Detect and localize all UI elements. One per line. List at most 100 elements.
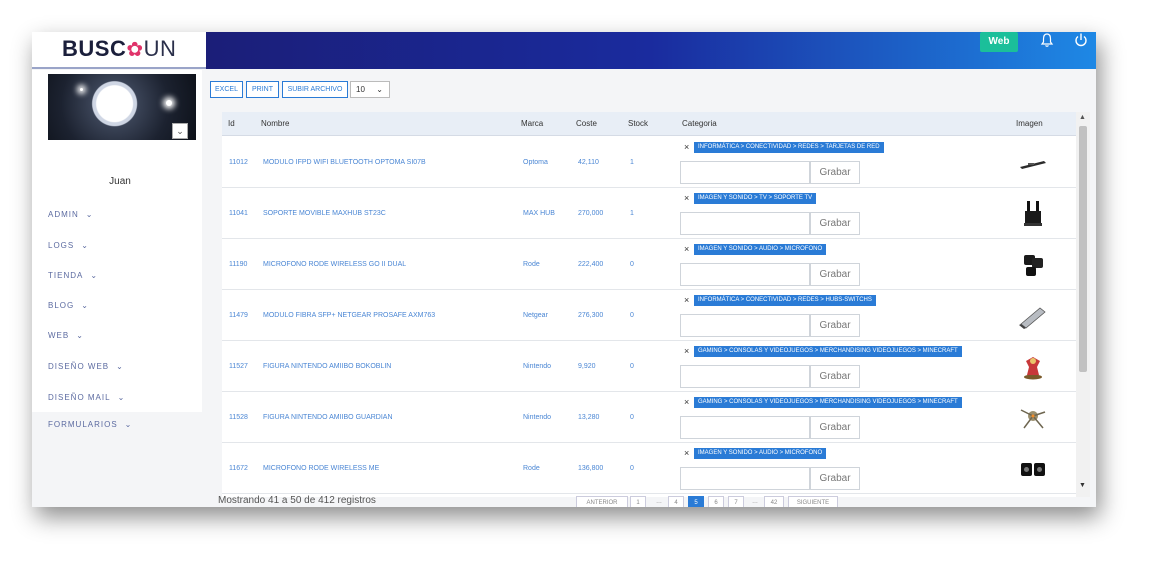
- main-content: EXCEL PRINT SUBIR ARCHIVO 10 ⌄ Id Nombre …: [206, 69, 1096, 507]
- scroll-up-icon[interactable]: ▲: [1079, 114, 1086, 121]
- sidebar-item-diseno-mail[interactable]: DISEÑO MAIL ⌄: [48, 393, 125, 402]
- sidebar-item-diseno-web[interactable]: DISEÑO WEB ⌄: [48, 362, 124, 371]
- pagination-page[interactable]: 42: [764, 496, 784, 507]
- upload-file-button[interactable]: SUBIR ARCHIVO: [282, 81, 348, 98]
- cell-id[interactable]: 11528: [229, 414, 248, 421]
- column-header-nombre[interactable]: Nombre: [261, 119, 289, 128]
- excel-button[interactable]: EXCEL: [210, 81, 243, 98]
- cell-coste[interactable]: 222,400: [578, 261, 603, 268]
- grabar-button[interactable]: Grabar: [810, 314, 860, 337]
- grabar-button[interactable]: Grabar: [810, 263, 860, 286]
- power-icon[interactable]: [1073, 32, 1089, 48]
- remove-category-icon[interactable]: ×: [684, 194, 689, 203]
- cell-coste[interactable]: 9,920: [578, 363, 596, 370]
- cell-nombre[interactable]: SOPORTE MOVIBLE MAXHUB ST23C: [263, 210, 386, 217]
- category-tag: IMAGEN Y SONIDO > TV > SOPORTE TV: [694, 193, 817, 204]
- column-header-stock[interactable]: Stock: [628, 119, 648, 128]
- page-length-select[interactable]: 10 ⌄: [350, 81, 390, 98]
- table-row: 11528 FIGURA NINTENDO AMIIBO GUARDIAN Ni…: [222, 392, 1076, 443]
- scrollbar-thumb[interactable]: [1079, 126, 1087, 372]
- scroll-down-icon[interactable]: ▼: [1079, 482, 1086, 489]
- cell-id[interactable]: 11041: [229, 210, 248, 217]
- cell-stock[interactable]: 1: [630, 210, 634, 217]
- print-button[interactable]: PRINT: [246, 81, 279, 98]
- products-table: Id Nombre Marca Coste Stock Categoria Im…: [222, 112, 1076, 497]
- cell-nombre[interactable]: MICROFONO RODE WIRELESS GO II DUAL: [263, 261, 406, 268]
- cell-id[interactable]: 11479: [229, 312, 248, 319]
- column-header-coste[interactable]: Coste: [576, 119, 597, 128]
- pagination-next[interactable]: SIGUIENTE: [788, 496, 838, 507]
- cell-id[interactable]: 11672: [229, 465, 248, 472]
- table-row: 11672 MICROFONO RODE WIRELESS ME Rode 13…: [222, 443, 1076, 494]
- chevron-down-icon: ⌄: [76, 331, 84, 340]
- sidebar-item-tienda[interactable]: TIENDA ⌄: [48, 271, 98, 280]
- pagination-page[interactable]: 7: [728, 496, 744, 507]
- bell-icon[interactable]: [1039, 32, 1055, 48]
- grabar-button[interactable]: Grabar: [810, 416, 860, 439]
- cell-marca[interactable]: Rode: [523, 465, 540, 472]
- table-scrollbar[interactable]: ▲ ▼: [1076, 112, 1090, 497]
- cell-coste[interactable]: 276,300: [578, 312, 603, 319]
- cell-stock[interactable]: 0: [630, 465, 634, 472]
- cell-id[interactable]: 11012: [229, 159, 248, 166]
- category-input[interactable]: [680, 416, 810, 439]
- cell-coste[interactable]: 13,280: [578, 414, 599, 421]
- grabar-button[interactable]: Grabar: [810, 212, 860, 235]
- cell-nombre[interactable]: FIGURA NINTENDO AMIIBO GUARDIAN: [263, 414, 393, 421]
- sidebar-item-label: WEB: [48, 331, 70, 340]
- category-input[interactable]: [680, 365, 810, 388]
- cell-nombre[interactable]: MODULO FIBRA SFP+ NETGEAR PROSAFE AXM763: [263, 312, 435, 319]
- category-input[interactable]: [680, 314, 810, 337]
- cell-stock[interactable]: 0: [630, 261, 634, 268]
- pagination-page[interactable]: 1: [630, 496, 646, 507]
- avatar-menu-button[interactable]: ⌄: [172, 123, 188, 139]
- cell-stock[interactable]: 0: [630, 363, 634, 370]
- pagination-page[interactable]: 6: [708, 496, 724, 507]
- sidebar-item-web[interactable]: WEB ⌄: [48, 331, 84, 340]
- sidebar-item-label: LOGS: [48, 241, 75, 250]
- sidebar-item-formularios[interactable]: FORMULARIOS ⌄: [48, 420, 132, 429]
- cell-nombre[interactable]: MODULO IFPD WIFI BLUETOOTH OPTOMA SI07B: [263, 159, 426, 166]
- cell-marca[interactable]: Netgear: [523, 312, 548, 319]
- pagination-page[interactable]: 4: [668, 496, 684, 507]
- cell-nombre[interactable]: MICROFONO RODE WIRELESS ME: [263, 465, 379, 472]
- column-header-id[interactable]: Id: [228, 119, 235, 128]
- cell-stock[interactable]: 0: [630, 414, 634, 421]
- grabar-button[interactable]: Grabar: [810, 467, 860, 490]
- cell-marca[interactable]: Nintendo: [523, 414, 551, 421]
- cell-coste[interactable]: 42,110: [578, 159, 599, 166]
- category-input[interactable]: [680, 212, 810, 235]
- column-header-imagen[interactable]: Imagen: [1016, 119, 1043, 128]
- category-input[interactable]: [680, 467, 810, 490]
- web-button[interactable]: Web: [980, 32, 1018, 52]
- remove-category-icon[interactable]: ×: [684, 449, 689, 458]
- cell-id[interactable]: 11190: [229, 261, 247, 268]
- remove-category-icon[interactable]: ×: [684, 296, 689, 305]
- grabar-button[interactable]: Grabar: [810, 161, 860, 184]
- grabar-button[interactable]: Grabar: [810, 365, 860, 388]
- pagination-previous[interactable]: ANTERIOR: [576, 496, 628, 507]
- category-input[interactable]: [680, 263, 810, 286]
- cell-marca[interactable]: MAX HUB: [523, 210, 555, 217]
- logo[interactable]: BUSC✿UN: [62, 36, 176, 62]
- cell-stock[interactable]: 1: [630, 159, 634, 166]
- cell-marca[interactable]: Rode: [523, 261, 540, 268]
- cell-coste[interactable]: 270,000: [578, 210, 603, 217]
- remove-category-icon[interactable]: ×: [684, 398, 689, 407]
- column-header-marca[interactable]: Marca: [521, 119, 543, 128]
- category-input[interactable]: [680, 161, 810, 184]
- cell-coste[interactable]: 136,800: [578, 465, 603, 472]
- remove-category-icon[interactable]: ×: [684, 347, 689, 356]
- column-header-categoria[interactable]: Categoria: [682, 119, 717, 128]
- sidebar-item-admin[interactable]: ADMIN ⌄: [48, 210, 93, 219]
- cell-id[interactable]: 11527: [229, 363, 248, 370]
- pagination-page-active[interactable]: 5: [688, 496, 704, 507]
- cell-marca[interactable]: Optoma: [523, 159, 548, 166]
- remove-category-icon[interactable]: ×: [684, 245, 689, 254]
- cell-marca[interactable]: Nintendo: [523, 363, 551, 370]
- cell-stock[interactable]: 0: [630, 312, 634, 319]
- sidebar-item-logs[interactable]: LOGS ⌄: [48, 241, 89, 250]
- sidebar-item-blog[interactable]: BLOG ⌄: [48, 301, 89, 310]
- cell-nombre[interactable]: FIGURA NINTENDO AMIIBO BOKOBLIN: [263, 363, 391, 370]
- remove-category-icon[interactable]: ×: [684, 143, 689, 152]
